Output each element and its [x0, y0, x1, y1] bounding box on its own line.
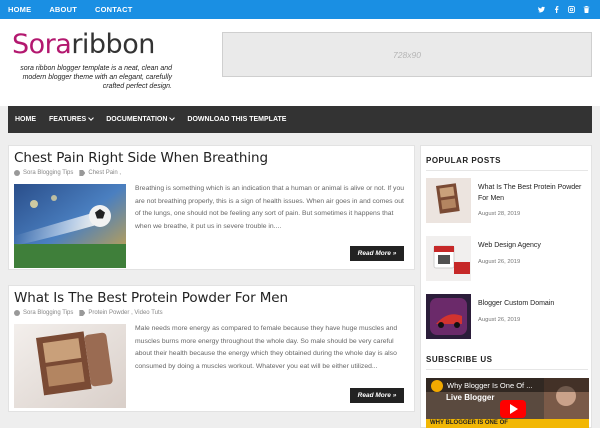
chevron-down-icon	[169, 115, 176, 121]
author-icon	[14, 170, 20, 176]
top-nav: HOME ABOUT CONTACT	[8, 0, 151, 19]
top-nav-home[interactable]: HOME	[8, 5, 31, 14]
site-header: Soraribbon sora ribbon blogger template …	[0, 19, 600, 106]
top-bar: HOME ABOUT CONTACT	[0, 0, 600, 19]
divider	[426, 369, 588, 370]
read-more-button[interactable]: Read More »	[350, 388, 404, 403]
nav-home[interactable]: HOME	[15, 116, 36, 123]
twitter-icon[interactable]	[538, 6, 545, 14]
facebook-icon[interactable]	[553, 6, 560, 14]
post-excerpt: Breathing is something which is an indic…	[135, 185, 404, 230]
tag-icon	[79, 310, 86, 316]
nav-download[interactable]: DOWNLOAD THIS TEMPLATE	[187, 116, 286, 123]
post-card: Chest Pain Right Side When Breathing Sor…	[8, 145, 415, 270]
logo-part-2: ribbon	[71, 29, 155, 60]
sidebar: POPULAR POSTS What Is The Best Protein P…	[420, 145, 592, 428]
main-nav: HOME FEATURES DOCUMENTATION DOWNLOAD THI…	[8, 106, 592, 133]
subscribe-title: SUBSCRIBE US	[426, 355, 493, 364]
author-icon	[14, 310, 20, 316]
post-labels[interactable]: Chest Pain ,	[88, 170, 121, 176]
nav-documentation[interactable]: DOCUMENTATION	[106, 115, 176, 123]
post-author[interactable]: Sora Blogging Tips	[23, 310, 73, 316]
trash-icon[interactable]	[583, 6, 590, 14]
post-excerpt: Male needs more energy as compared to fe…	[135, 325, 398, 370]
social-links	[538, 0, 590, 19]
nav-features[interactable]: FEATURES	[49, 115, 95, 123]
nav-documentation-label: DOCUMENTATION	[106, 116, 168, 123]
top-nav-about[interactable]: ABOUT	[49, 5, 77, 14]
popular-post-thumbnail[interactable]	[426, 178, 471, 223]
popular-post-title[interactable]: Blogger Custom Domain	[478, 298, 590, 309]
divider	[426, 170, 588, 171]
header-ad-placeholder: 728x90	[222, 32, 592, 77]
tag-icon	[79, 170, 86, 176]
nav-features-label: FEATURES	[49, 116, 87, 123]
read-more-button[interactable]: Read More »	[350, 246, 404, 261]
site-tagline: sora ribbon blogger template is a neat, …	[20, 65, 172, 90]
instagram-icon[interactable]	[568, 6, 575, 14]
post-meta: Sora Blogging Tips Protein Powder , Vide…	[14, 310, 163, 316]
post-author[interactable]: Sora Blogging Tips	[23, 170, 73, 176]
chevron-down-icon	[88, 115, 95, 121]
popular-post-date: August 26, 2019	[478, 317, 521, 323]
post-thumbnail-soccer[interactable]	[14, 184, 126, 268]
post-title[interactable]: Chest Pain Right Side When Breathing	[14, 150, 268, 166]
post-card: What Is The Best Protein Powder For Men …	[8, 285, 415, 412]
popular-post-item[interactable]: Blogger Custom Domain August 26, 2019	[426, 294, 591, 340]
post-meta: Sora Blogging Tips Chest Pain ,	[14, 170, 121, 176]
popular-post-thumbnail[interactable]	[426, 236, 471, 281]
logo-part-1: Sora	[12, 29, 72, 60]
popular-posts-title: POPULAR POSTS	[426, 156, 501, 165]
popular-post-title[interactable]: Web Design Agency	[478, 240, 590, 251]
ad-size-label: 728x90	[393, 49, 421, 60]
video-caption: Live Blogger	[446, 393, 495, 402]
popular-post-thumbnail[interactable]	[426, 294, 471, 339]
top-nav-contact[interactable]: CONTACT	[95, 5, 133, 14]
post-thumbnail-film[interactable]	[14, 324, 126, 408]
video-bottom-text: WHY BLOGGER IS ONE OF	[430, 420, 508, 426]
popular-post-title[interactable]: What Is The Best Protein Powder For Men	[478, 182, 590, 204]
post-labels[interactable]: Protein Powder , Video Tuts	[88, 310, 162, 316]
popular-post-item[interactable]: Web Design Agency August 26, 2019	[426, 236, 591, 282]
popular-post-date: August 26, 2019	[478, 259, 521, 265]
popular-post-date: August 28, 2019	[478, 211, 521, 217]
youtube-video-embed[interactable]: Why Blogger Is One Of ... Live Blogger W…	[426, 378, 589, 428]
nav-download-label: DOWNLOAD THIS TEMPLATE	[187, 116, 287, 123]
post-title[interactable]: What Is The Best Protein Powder For Men	[14, 290, 288, 306]
site-logo[interactable]: Soraribbon	[12, 29, 155, 60]
nav-home-label: HOME	[15, 116, 36, 123]
video-title[interactable]: Why Blogger Is One Of ...	[447, 381, 532, 390]
popular-post-item[interactable]: What Is The Best Protein Powder For Men …	[426, 178, 591, 224]
